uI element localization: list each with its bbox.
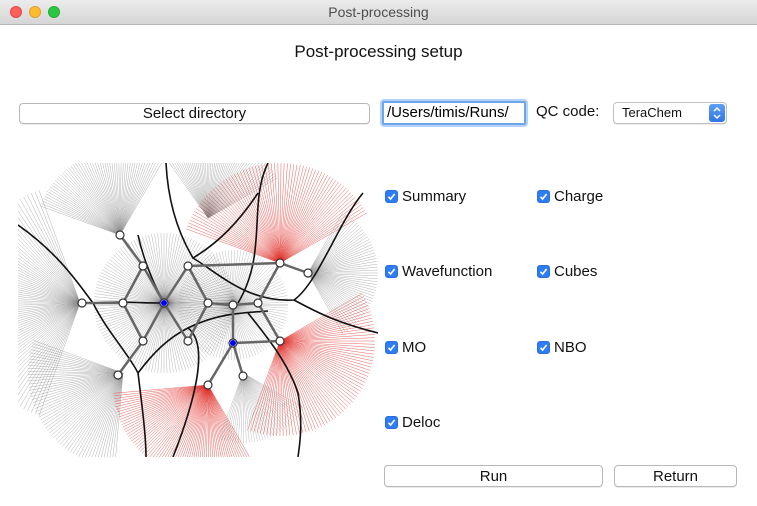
chevron-up-down-icon xyxy=(709,104,725,122)
qc-code-selected-value: TeraChem xyxy=(622,105,682,120)
gradient-fan xyxy=(40,163,162,236)
atom-marker xyxy=(183,261,193,271)
summary-checkbox[interactable]: Summary xyxy=(385,187,466,205)
charge-checkbox[interactable]: Charge xyxy=(537,187,603,205)
atom-marker xyxy=(275,258,285,268)
gradient-fan xyxy=(27,340,124,457)
atom-marker xyxy=(253,298,263,308)
checkmark-icon xyxy=(385,264,398,278)
cubes-label: Cubes xyxy=(554,262,598,280)
nbo-label: NBO xyxy=(554,338,587,356)
window-title: Post-processing xyxy=(328,4,429,20)
atom-marker xyxy=(138,336,148,346)
gradient-fan xyxy=(18,190,81,416)
qc-code-select[interactable]: TeraChem xyxy=(613,102,727,124)
atom-marker xyxy=(115,230,125,240)
atom-marker xyxy=(303,268,313,278)
nbo-checkbox[interactable]: NBO xyxy=(537,338,587,356)
select-directory-button[interactable]: Select directory xyxy=(19,103,370,124)
title-bar[interactable]: Post-processing xyxy=(0,0,757,25)
bond-line xyxy=(232,339,281,345)
gradient-fan xyxy=(113,384,250,457)
gradient-paths-illustration xyxy=(18,163,378,457)
bond-line xyxy=(256,262,282,304)
checkmark-icon xyxy=(385,189,398,203)
page-title: Post-processing setup xyxy=(294,42,463,61)
post-processing-window: Post-processing Post-processing setup Se… xyxy=(0,0,757,506)
directory-path-field[interactable]: /Users/timis/Runs/ xyxy=(382,101,526,125)
atom-marker xyxy=(183,336,193,346)
atom-marker xyxy=(238,371,248,381)
checkmark-icon xyxy=(537,189,550,203)
qc-code-label: QC code: xyxy=(536,103,600,120)
charge-label: Charge xyxy=(554,187,604,205)
deloc-checkbox[interactable]: Deloc xyxy=(385,413,440,431)
return-button[interactable]: Return xyxy=(614,465,737,487)
cubes-checkbox[interactable]: Cubes xyxy=(537,262,597,280)
atom-marker xyxy=(77,298,87,308)
atom-marker xyxy=(118,298,128,308)
bond-line xyxy=(206,342,235,386)
mo-label: MO xyxy=(402,338,427,356)
wavefunction-label: Wavefunction xyxy=(402,262,493,280)
deloc-label: Deloc xyxy=(402,413,441,431)
bond-line xyxy=(256,302,282,342)
checkmark-icon xyxy=(385,340,398,354)
atom-marker xyxy=(203,380,213,390)
gradient-fan xyxy=(218,372,304,444)
run-button[interactable]: Run xyxy=(384,465,603,487)
mo-checkbox[interactable]: MO xyxy=(385,338,426,356)
wavefunction-checkbox[interactable]: Wavefunction xyxy=(385,262,492,280)
atom-marker xyxy=(203,298,213,308)
critical-point xyxy=(161,300,167,306)
bond-line xyxy=(116,340,145,376)
atom-marker xyxy=(275,336,285,346)
atom-marker xyxy=(138,261,148,271)
atom-marker xyxy=(113,370,123,380)
checkmark-icon xyxy=(385,415,398,429)
summary-label: Summary xyxy=(402,187,467,205)
critical-point xyxy=(230,340,236,346)
atom-marker xyxy=(228,300,238,310)
checkmark-icon xyxy=(537,264,550,278)
checkmark-icon xyxy=(537,340,550,354)
